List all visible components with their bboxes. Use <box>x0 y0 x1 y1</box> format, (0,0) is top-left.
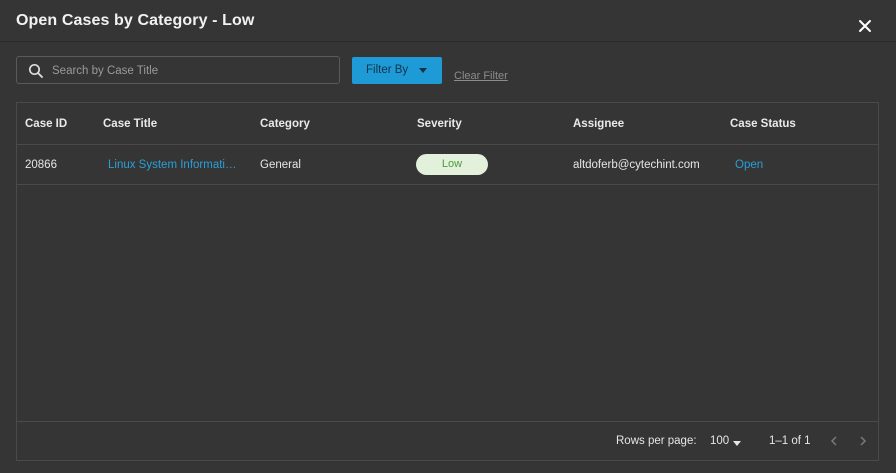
table-row[interactable]: 20866 Linux System Information Discovery… <box>17 145 878 185</box>
search-input[interactable] <box>50 58 339 84</box>
previous-page-icon[interactable] <box>828 435 840 447</box>
rows-per-page-select[interactable]: 100 <box>710 435 729 447</box>
search-icon <box>28 63 43 78</box>
category-cell: General <box>260 159 301 171</box>
case-id-cell: 20866 <box>25 159 57 171</box>
open-cases-dialog: Open Cases by Category - Low Filter By C… <box>0 0 896 473</box>
column-header-case-status[interactable]: Case Status <box>730 118 796 130</box>
case-title-link[interactable]: Linux System Information Discovery <box>108 159 241 171</box>
close-button[interactable] <box>855 16 875 36</box>
search-box[interactable] <box>16 56 340 84</box>
column-header-category[interactable]: Category <box>260 118 310 130</box>
dialog-title: Open Cases by Category - Low <box>16 12 255 29</box>
clear-filter-link[interactable]: Clear Filter <box>454 70 508 82</box>
chevron-down-icon[interactable] <box>733 441 741 446</box>
assignee-cell: altdoferb@cytechint.com <box>573 159 700 171</box>
table-header: Case ID Case Title Category Severity Ass… <box>17 103 878 145</box>
column-header-case-title[interactable]: Case Title <box>103 118 157 130</box>
close-icon <box>859 20 871 32</box>
rows-per-page-label: Rows per page: <box>616 435 697 447</box>
case-status-link[interactable]: Open <box>735 159 763 171</box>
dialog-header: Open Cases by Category - Low <box>0 0 896 42</box>
severity-badge: Low <box>416 154 488 175</box>
column-header-severity[interactable]: Severity <box>417 118 462 130</box>
filter-by-button[interactable]: Filter By <box>352 57 442 84</box>
filter-by-label: Filter By <box>366 64 409 76</box>
column-header-case-id[interactable]: Case ID <box>25 118 67 130</box>
table-pagination: Rows per page: 100 1–1 of 1 <box>17 421 878 460</box>
column-header-assignee[interactable]: Assignee <box>573 118 624 130</box>
chevron-down-icon <box>419 68 427 73</box>
next-page-icon[interactable] <box>857 435 869 447</box>
cases-table: Case ID Case Title Category Severity Ass… <box>16 102 879 461</box>
pagination-range: 1–1 of 1 <box>769 435 811 447</box>
